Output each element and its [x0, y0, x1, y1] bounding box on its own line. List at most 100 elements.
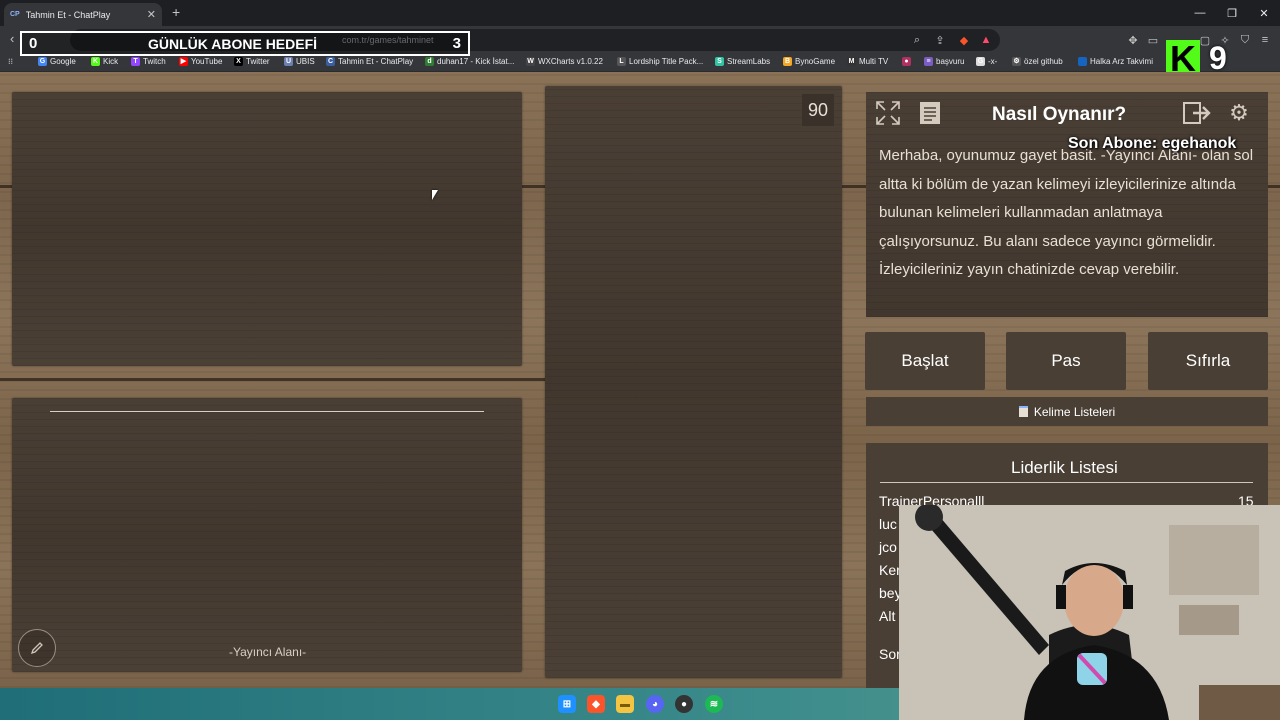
- bookmark-favicon-icon: S: [715, 57, 724, 66]
- bookmark-item[interactable]: ▶ YouTube: [179, 57, 222, 66]
- bookmark-label: Google: [50, 57, 76, 66]
- menu-icon[interactable]: ≡: [1258, 33, 1272, 47]
- leaderboard-row: Sor: [879, 646, 901, 662]
- bookmark-favicon-icon: M: [847, 57, 856, 66]
- bookmark-item[interactable]: ≡ başvuru: [924, 57, 964, 66]
- notepad-icon: [1018, 406, 1028, 417]
- file-explorer-icon[interactable]: ▬: [616, 695, 634, 713]
- how-to-play-title: Nasıl Oynanır?: [992, 104, 1127, 125]
- bookmark-item[interactable]: X Twitter: [234, 57, 270, 66]
- bookmark-item[interactable]: C Tahmin Et - ChatPlay: [326, 57, 413, 66]
- browser-tab-active[interactable]: CP Tahmin Et - ChatPlay ✕: [4, 3, 162, 26]
- tab-close-icon[interactable]: ✕: [147, 8, 156, 21]
- bookmark-favicon-icon: ≡: [924, 57, 933, 66]
- word-lists-label: Kelime Listeleri: [1033, 404, 1116, 419]
- close-window-icon[interactable]: ✕: [1248, 0, 1280, 26]
- bookmark-item[interactable]: G -x-: [976, 57, 997, 66]
- bookmark-favicon-icon: d: [425, 57, 434, 66]
- rules-list-glyph: [920, 102, 940, 124]
- mouse-cursor: [432, 190, 438, 200]
- bookmark-item[interactable]: B BynoGame: [783, 57, 835, 66]
- bookmark-favicon-icon: X: [234, 57, 243, 66]
- brave-rewards-icon[interactable]: ▲: [979, 33, 993, 47]
- how-to-play-text: Merhaba, oyunumuz gayet basit. -Yayıncı …: [879, 147, 1254, 279]
- rules-list-icon[interactable]: [914, 97, 946, 129]
- bookmark-favicon-icon: U: [284, 57, 293, 66]
- bookmark-item[interactable]: W WXCharts v1.0.22: [526, 57, 603, 66]
- word-display-panel: [12, 92, 522, 366]
- bookmark-favicon-icon: G: [976, 57, 985, 66]
- bookmark-label: başvuru: [936, 57, 965, 66]
- settings-gear-icon[interactable]: ⚙: [1223, 97, 1255, 129]
- bookmarks-bar: ⁝⁝ G Google K Kick T Twitch ▶ YouTube X Twitter U U…: [0, 54, 1280, 72]
- bookmark-item[interactable]: K Kick: [91, 57, 118, 66]
- bookmark-item[interactable]: ⚙ özel github: [1012, 57, 1063, 66]
- bookmark-label: BynoGame: [795, 57, 836, 66]
- start-button[interactable]: Başlat: [865, 332, 985, 390]
- share-icon[interactable]: ⇪: [933, 33, 947, 47]
- windows-start-icon[interactable]: ⊞: [558, 695, 576, 713]
- reset-button[interactable]: Sıfırla: [1148, 332, 1268, 390]
- minimize-icon[interactable]: —: [1184, 0, 1216, 26]
- leaderboard-row: luc: [879, 516, 897, 532]
- webcam-image: [899, 505, 1280, 720]
- maximize-icon[interactable]: ❐: [1216, 0, 1248, 26]
- pencil-icon: [30, 642, 43, 655]
- bookmark-item[interactable]: L Lordship Title Pack...: [617, 57, 703, 66]
- bookmark-label: Halka Arz Takvimi: [1090, 57, 1153, 66]
- zoom-icon[interactable]: ⌕: [910, 33, 924, 47]
- bookmark-favicon-icon: K: [91, 57, 100, 66]
- bookmark-label: -x-: [988, 57, 998, 66]
- streamer-area-panel: [12, 398, 522, 672]
- bookmark-favicon-icon: ●: [902, 57, 911, 66]
- brave-shield-icon[interactable]: ◆: [957, 33, 971, 47]
- goal-target: 3: [452, 35, 461, 52]
- pencil-edit-button[interactable]: [18, 629, 56, 667]
- spotify-icon[interactable]: ≋: [705, 695, 723, 713]
- bookmark-favicon-icon: [1078, 57, 1087, 66]
- pass-button[interactable]: Pas: [1006, 332, 1126, 390]
- sidebar-icon[interactable]: ▭: [1146, 33, 1160, 47]
- bookmark-favicon-icon: G: [38, 57, 47, 66]
- logout-icon[interactable]: [1181, 97, 1213, 129]
- browser-titlebar: CP Tahmin Et - ChatPlay ✕ + — ❐ ✕: [0, 0, 1280, 26]
- bookmark-label: özel github: [1024, 57, 1063, 66]
- obs-icon[interactable]: ●: [675, 695, 693, 713]
- apps-grid-icon[interactable]: ⁝⁝: [8, 57, 13, 66]
- logout-glyph: [1183, 102, 1211, 124]
- discord-icon[interactable]: ◕: [646, 695, 664, 713]
- bookmark-favicon-icon: ▶: [179, 57, 188, 66]
- vpn-icon[interactable]: ⛉: [1238, 33, 1252, 47]
- bookmark-label: UBIS: [296, 57, 315, 66]
- leaderboard-title: Liderlik Listesi: [1011, 458, 1118, 477]
- bookmark-label: Twitter: [246, 57, 270, 66]
- bookmark-item[interactable]: U UBIS: [284, 57, 315, 66]
- back-icon[interactable]: ‹: [10, 31, 14, 46]
- chat-guesses-panel: [545, 86, 842, 678]
- bookmark-favicon-icon: C: [326, 57, 335, 66]
- new-tab-button[interactable]: +: [172, 4, 180, 20]
- streamer-area-label: -Yayıncı Alanı-: [229, 645, 307, 659]
- word-lists-button[interactable]: Kelime Listeleri: [866, 397, 1268, 426]
- bookmark-label: Tahmin Et - ChatPlay: [338, 57, 414, 66]
- bookmark-item[interactable]: M Multi TV: [847, 57, 888, 66]
- bookmark-label: duhan17 - Kick İstat...: [437, 57, 515, 66]
- bookmark-label: Kick: [103, 57, 119, 66]
- bookmark-label: StreamLabs: [727, 57, 771, 66]
- bookmark-item[interactable]: S StreamLabs: [715, 57, 770, 66]
- last-subscriber-overlay: Son Abone: egehanok: [1068, 135, 1237, 152]
- bookmark-item[interactable]: G Google: [38, 57, 76, 66]
- leaderboard-row: Ker: [879, 562, 901, 578]
- bookmark-item[interactable]: Halka Arz Takvimi: [1078, 57, 1153, 66]
- bookmark-item[interactable]: ●: [902, 57, 914, 66]
- bookmark-label: Multi TV: [859, 57, 889, 66]
- tab-favicon-icon: CP: [10, 11, 20, 18]
- leaderboard-row: jco: [879, 539, 897, 555]
- extensions-icon[interactable]: ✥: [1126, 33, 1140, 47]
- bookmark-favicon-icon: B: [783, 57, 792, 66]
- fullscreen-icon[interactable]: [872, 97, 904, 129]
- bookmark-item[interactable]: d duhan17 - Kick İstat...: [425, 57, 514, 66]
- bookmark-item[interactable]: T Twitch: [131, 57, 166, 66]
- brave-browser-icon[interactable]: ◆: [587, 695, 605, 713]
- window-controls: — ❐ ✕: [1184, 0, 1280, 26]
